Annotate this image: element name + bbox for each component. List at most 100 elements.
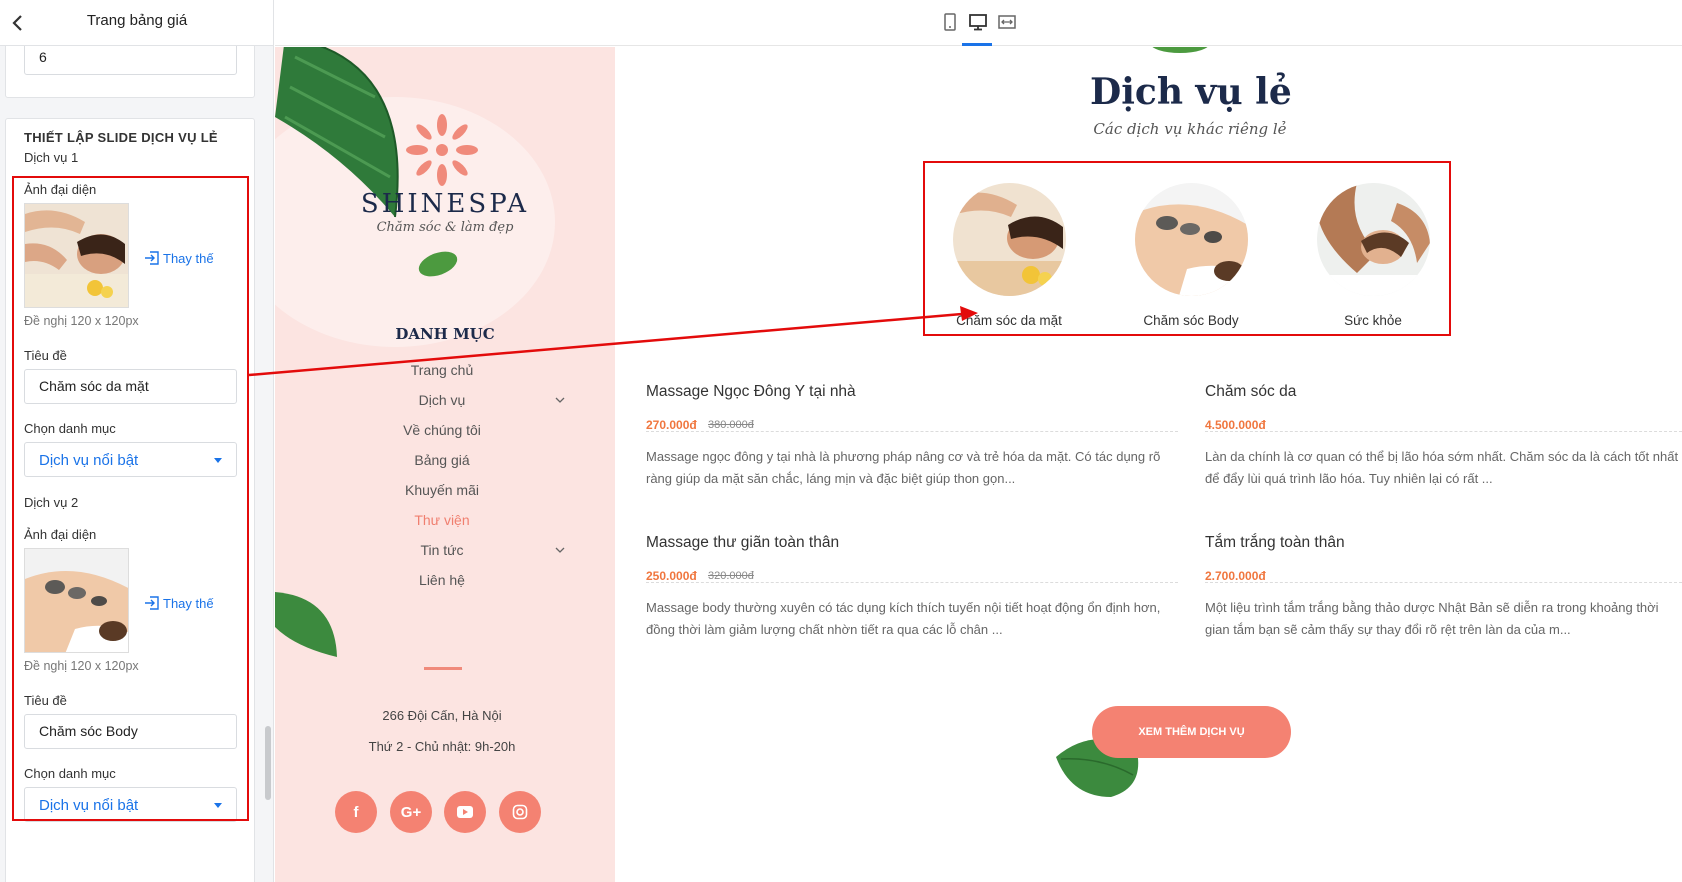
camera-glyph	[512, 804, 528, 820]
caret-down-icon	[214, 803, 222, 808]
panel-title: Trang bảng giá	[86, 12, 188, 29]
service-2-category-label: Chọn danh mục	[24, 766, 116, 781]
article-description: Làn da chính là cơ quan có thể bị lão hó…	[1205, 449, 1679, 486]
service-2-category-value: Dịch vụ nổi bật	[39, 797, 139, 814]
article-title[interactable]: Massage thư giãn toàn thân	[646, 534, 839, 552]
brand-name: SHINESPA	[360, 189, 530, 219]
leaf-decoration	[275, 592, 337, 657]
service-1-size-hint: Đề nghị 120 x 120px	[24, 314, 139, 328]
settings-panel: Trang bảng giá 6 THIẾT LẬP SLIDE DỊCH VỤ…	[0, 0, 274, 882]
article-price: 2.700.000đ	[1205, 569, 1266, 583]
spa-logo-icon	[406, 114, 478, 186]
facebook-icon[interactable]: f	[335, 791, 377, 833]
article-title[interactable]: Chăm sóc da	[1205, 383, 1296, 401]
site-sidebar: SHINESPA Chăm sóc & làm đẹp DANH MỤC Tra…	[275, 47, 615, 882]
play-glyph	[457, 806, 473, 818]
service-1-title-input[interactable]: Chăm sóc da mặt	[24, 369, 237, 404]
replace-label: Thay thế	[163, 595, 214, 611]
leaf-decoration	[1152, 47, 1208, 53]
service-1-category-label: Chọn danh mục	[24, 421, 116, 436]
brand-tagline: Chăm sóc & làm đẹp	[376, 220, 514, 235]
menu-item-bang-gia[interactable]: Bảng giá	[275, 452, 609, 468]
article-old-price: 320.000đ	[708, 570, 754, 582]
service-1-replace-button[interactable]: Thay thế	[144, 250, 214, 266]
replace-label: Thay thế	[163, 250, 214, 266]
section-title: THIẾT LẬP SLIDE DỊCH VỤ LẺ	[24, 130, 218, 145]
more-services-button[interactable]: XEM THÊM DỊCH VỤ	[1092, 706, 1291, 758]
service-health-image[interactable]	[1317, 183, 1430, 296]
menu-heading: DANH MỤC	[395, 325, 495, 343]
service-2-image-label: Ảnh đại diện	[24, 527, 97, 542]
menu-item-lien-he[interactable]: Liên hệ	[275, 572, 609, 588]
preview-toolbar	[275, 0, 1682, 46]
massage-face-image	[953, 183, 1066, 296]
article-price: 4.500.000đ	[1205, 418, 1266, 432]
article-price: 250.000đ	[646, 569, 697, 583]
article-price: 270.000đ	[646, 418, 697, 432]
google-plus-icon[interactable]: G+	[390, 791, 432, 833]
article-title[interactable]: Massage Ngọc Đông Y tại nhà	[646, 383, 856, 401]
service-body-image[interactable]	[1135, 183, 1248, 296]
panel-scrollbar[interactable]	[264, 46, 272, 882]
panel-header: Trang bảng giá	[0, 0, 273, 46]
service-1-thumbnail[interactable]	[24, 203, 129, 308]
divider	[646, 431, 1178, 432]
panel-scroll-area[interactable]: 6 THIẾT LẬP SLIDE DỊCH VỤ LẺ Dịch vụ 1 Ả…	[0, 46, 262, 882]
slide-settings-card: THIẾT LẬP SLIDE DỊCH VỤ LẺ Dịch vụ 1 Ảnh…	[5, 118, 255, 882]
menu-item-ve-chung-toi[interactable]: Về chúng tôi	[275, 422, 609, 438]
opening-hours-text: Thứ 2 - Chủ nhật: 9h-20h	[368, 739, 516, 754]
menu-item-thu-vien[interactable]: Thư viện	[275, 512, 609, 528]
menu-item-trang-chu[interactable]: Trang chủ	[275, 362, 609, 378]
address-text: 266 Đội Cấn, Hà Nội	[382, 708, 502, 723]
service-label-facial[interactable]: Chăm sóc da mặt	[919, 313, 1099, 328]
back-arrow-icon[interactable]	[6, 11, 30, 35]
divider	[646, 582, 1178, 583]
site-preview: SHINESPA Chăm sóc & làm đẹp DANH MỤC Tra…	[275, 47, 1682, 882]
service-facial-image[interactable]	[953, 183, 1066, 296]
desktop-icon[interactable]	[967, 11, 989, 33]
menu-item-khuyen-mai[interactable]: Khuyến mãi	[275, 482, 609, 498]
service-1-heading: Dịch vụ 1	[24, 150, 79, 165]
article-description: Massage ngọc đông y tại nhà là phương ph…	[646, 449, 1161, 486]
service-2-title-input[interactable]: Chăm sóc Body	[24, 714, 237, 749]
chevron-down-icon[interactable]	[555, 395, 565, 405]
youtube-icon[interactable]	[444, 791, 486, 833]
article-description: Một liệu trình tắm trắng bằng thảo dược …	[1205, 600, 1659, 637]
service-1-title-label: Tiêu đề	[24, 348, 67, 363]
service-1-category-value: Dịch vụ nổi bật	[39, 452, 139, 469]
service-2-title-label: Tiêu đề	[24, 693, 67, 708]
caret-down-icon	[214, 458, 222, 463]
massage-face-image	[25, 204, 128, 307]
active-device-indicator	[962, 43, 992, 46]
hot-stone-massage-image	[25, 549, 128, 652]
mobile-icon[interactable]	[939, 11, 961, 33]
service-label-health[interactable]: Sức khỏe	[1283, 313, 1463, 328]
fullwidth-icon[interactable]	[996, 11, 1018, 33]
article-description: Massage body thường xuyên có tác dụng kí…	[646, 600, 1161, 637]
service-2-category-select[interactable]: Dịch vụ nổi bật	[24, 787, 237, 822]
scrollbar-thumb[interactable]	[265, 726, 271, 800]
divider	[1205, 431, 1682, 432]
service-2-size-hint: Đề nghị 120 x 120px	[24, 659, 139, 673]
count-input[interactable]: 6	[24, 46, 237, 75]
service-2-heading: Dịch vụ 2	[24, 495, 79, 510]
service-1-category-select[interactable]: Dịch vụ nổi bật	[24, 442, 237, 477]
hot-stone-massage-image	[1135, 183, 1248, 296]
service-label-body[interactable]: Chăm sóc Body	[1101, 313, 1281, 328]
service-2-thumbnail[interactable]	[24, 548, 129, 653]
service-1-image-label: Ảnh đại diện	[24, 182, 97, 197]
leaf-decoration	[418, 251, 458, 277]
chevron-down-icon[interactable]	[555, 545, 565, 555]
section-subtitle: Các dịch vụ khác riêng lẻ	[1093, 120, 1287, 138]
divider	[424, 667, 462, 670]
replace-icon	[145, 251, 159, 265]
section-title: Dịch vụ lẻ	[1090, 71, 1292, 113]
settings-card-previous: 6	[5, 46, 255, 98]
head-massage-image	[1317, 183, 1430, 296]
replace-icon	[145, 596, 159, 610]
service-2-replace-button[interactable]: Thay thế	[144, 595, 214, 611]
instagram-icon[interactable]	[499, 791, 541, 833]
article-old-price: 380.000đ	[708, 419, 754, 431]
divider	[1205, 582, 1682, 583]
article-title[interactable]: Tắm trắng toàn thân	[1205, 534, 1345, 552]
